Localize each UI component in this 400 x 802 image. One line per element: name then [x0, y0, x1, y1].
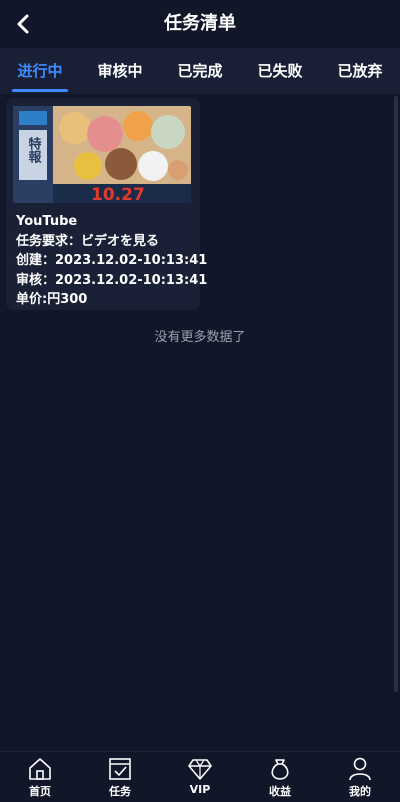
thumbnail-date: 10.27 — [91, 185, 145, 203]
nav-item-task[interactable]: 任务 — [80, 752, 160, 802]
diamond-icon — [188, 759, 212, 780]
active-tab-indicator — [12, 89, 68, 92]
scrollbar[interactable] — [394, 96, 398, 692]
nav-label: 收益 — [269, 785, 291, 798]
status-tabs: 进行中 审核中 已完成 已失败 已放弃 — [0, 48, 400, 94]
thumbnail-badge: 特報 — [26, 136, 42, 164]
task-info: YouTube 任务要求：ビデオを見る 创建：2023.12.02-10:13:… — [16, 212, 207, 310]
tab-abandoned[interactable]: 已放弃 — [320, 48, 400, 94]
nav-label: 首页 — [29, 785, 51, 798]
tab-label: 审核中 — [97, 62, 143, 80]
nav-label: 任务 — [109, 785, 131, 798]
tab-failed[interactable]: 已失败 — [240, 48, 320, 94]
task-card[interactable]: 10.27 特報 YouTube 任务要求：ビデオを見る 创建：2023.12.… — [6, 98, 207, 310]
tab-completed[interactable]: 已完成 — [160, 48, 240, 94]
page-title: 任务清单 — [164, 13, 236, 34]
tab-label: 已完成 — [177, 62, 223, 80]
moneybag-icon — [271, 759, 289, 780]
nav-label: 我的 — [349, 785, 371, 798]
chevron-left-icon[interactable] — [10, 10, 38, 38]
nav-label: VIP — [189, 783, 211, 796]
bottom-nav: 首页 任务 VIP 收益 我的 — [0, 751, 400, 802]
nav-item-profile[interactable]: 我的 — [320, 752, 400, 802]
task-unit-price: 单价:円300 — [16, 292, 88, 307]
tab-label: 进行中 — [17, 62, 63, 80]
nav-item-earnings[interactable]: 收益 — [240, 752, 320, 802]
tab-label: 已失败 — [257, 62, 303, 80]
task-platform: YouTube — [16, 214, 78, 229]
task-icon — [109, 758, 131, 780]
user-icon — [349, 757, 371, 781]
thumbnail-illustration: 10.27 特報 — [13, 106, 191, 203]
tab-under-review[interactable]: 审核中 — [80, 48, 160, 94]
no-more-data: 没有更多数据了 — [154, 330, 246, 345]
tab-in-progress[interactable]: 进行中 — [0, 48, 80, 94]
nav-item-vip[interactable]: VIP — [160, 752, 240, 802]
task-requirement: 任务要求：ビデオを見る — [16, 233, 160, 249]
header: 任务清单 — [0, 0, 400, 48]
task-created-time: 创建：2023.12.02-10:13:41 — [16, 253, 208, 268]
nav-item-home[interactable]: 首页 — [0, 752, 80, 802]
tab-label: 已放弃 — [337, 62, 383, 80]
task-thumbnail: 10.27 特報 — [13, 106, 191, 203]
home-icon — [29, 758, 51, 780]
task-review-time: 审核：2023.12.02-10:13:41 — [16, 272, 208, 288]
